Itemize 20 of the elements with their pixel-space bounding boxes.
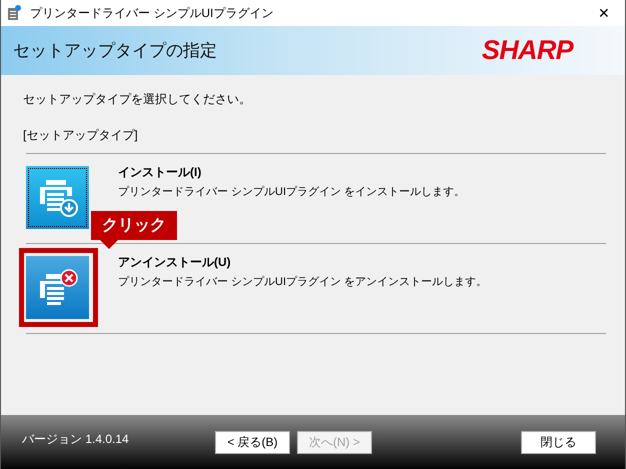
option-title: インストール(I) bbox=[118, 164, 202, 181]
version-text: バージョン 1.4.0.14 bbox=[22, 431, 130, 448]
option-tile[interactable] bbox=[26, 256, 89, 319]
dialog-button[interactable]: 閉じる bbox=[521, 430, 596, 454]
section-label: [セットアップタイプ] bbox=[23, 127, 139, 144]
printer-remove-icon bbox=[38, 268, 78, 306]
window-title: プリンタードライバー シンプルUIプラグイン bbox=[30, 5, 274, 22]
option-tile[interactable] bbox=[26, 166, 89, 229]
option-description: プリンタードライバー シンプルUIプラグイン をアンインストールします。 bbox=[118, 274, 488, 290]
callout-pointer bbox=[99, 239, 119, 249]
option-title: アンインストール(U) bbox=[118, 254, 232, 271]
app-icon bbox=[7, 5, 21, 21]
option-description: プリンタードライバー シンプルUIプラグイン をインストールします。 bbox=[118, 184, 466, 200]
callout-label: クリック bbox=[91, 211, 177, 240]
instruction-text: セットアップタイプを選択してください。 bbox=[23, 91, 252, 108]
close-button[interactable]: ✕ bbox=[589, 0, 619, 26]
printer-download-icon bbox=[38, 178, 78, 216]
dialog-button[interactable]: < 戻る(B) bbox=[215, 430, 290, 454]
logo: SHARP bbox=[482, 37, 573, 64]
page-title: セットアップタイプの指定 bbox=[13, 40, 217, 62]
